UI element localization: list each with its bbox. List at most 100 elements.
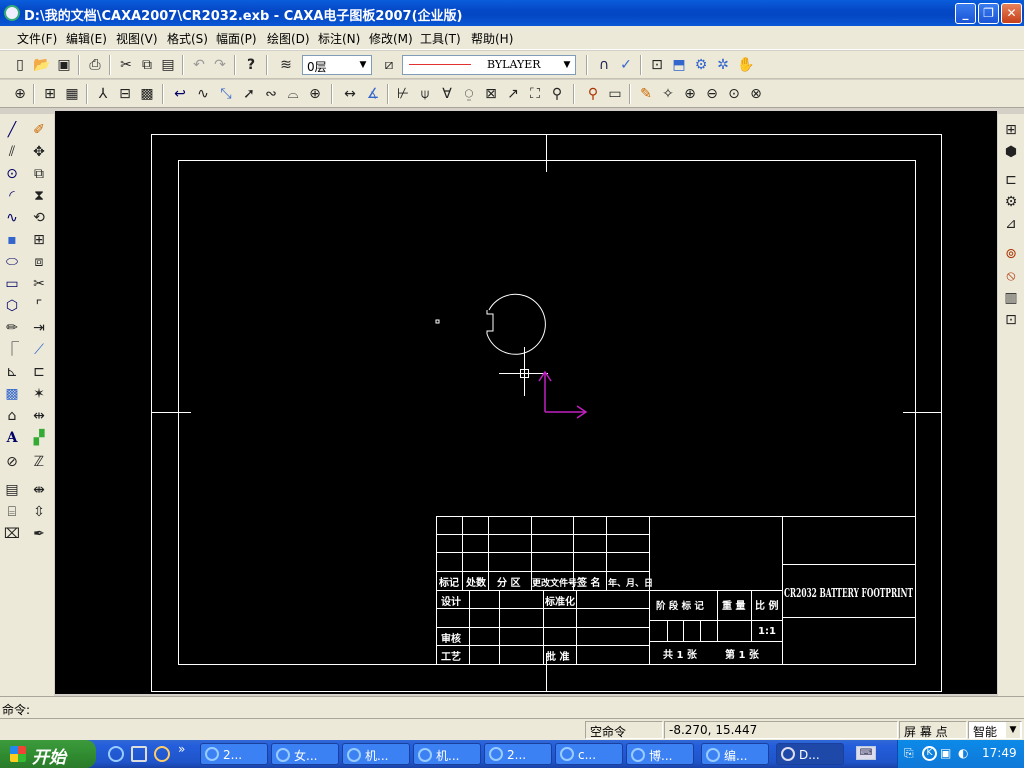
menu-edit[interactable]: 编辑(E) (66, 30, 107, 47)
new-icon[interactable]: ▯ (10, 55, 30, 75)
menu-modify[interactable]: 修改(M) (369, 30, 413, 47)
hatch-tool-icon[interactable]: ▩ (1, 384, 23, 404)
help-icon[interactable]: ? (241, 55, 261, 75)
minimize-button[interactable]: _ (955, 3, 976, 24)
display-icon[interactable]: ▣ (940, 746, 951, 760)
linetype-icon[interactable]: ⧄ (379, 55, 399, 75)
antivirus-icon[interactable]: K (922, 746, 937, 761)
mirror-icon[interactable]: ⧗ (28, 186, 50, 206)
point-icon[interactable]: ✓ (616, 55, 636, 75)
more-quicklaunch-icon[interactable]: » (178, 742, 185, 756)
zoom-out-icon[interactable]: ⊖ (702, 84, 722, 104)
query-icon[interactable]: ⚲ (583, 84, 603, 104)
explorer-quicklaunch-icon[interactable] (131, 746, 147, 762)
zoom-icon[interactable]: ⚙ (691, 55, 711, 75)
curve-icon[interactable]: ↩ (170, 84, 190, 104)
equidistant-icon[interactable]: ⊾ (1, 362, 23, 382)
ie-quicklaunch-icon[interactable] (108, 746, 124, 762)
sheet-icon[interactable]: ⊞ (40, 84, 60, 104)
ellipse-icon[interactable]: ⬭ (1, 252, 23, 272)
taskbar-item[interactable]: 博... (626, 743, 694, 765)
taskbar-item[interactable]: 机... (342, 743, 410, 765)
bom-icon[interactable]: ⌧ (1, 524, 23, 544)
view-icon[interactable]: ⚲ (547, 84, 567, 104)
taskbar-item[interactable]: 机... (413, 743, 481, 765)
pan-move-icon[interactable]: ⊕ (10, 84, 30, 104)
spline-icon[interactable]: ∾ (261, 84, 281, 104)
dimension-icon[interactable]: ↔ (340, 84, 360, 104)
hand-icon[interactable]: ✋ (736, 55, 756, 75)
spring-icon[interactable]: ⊿ (1000, 214, 1022, 234)
menu-format[interactable]: 格式(S) (167, 30, 208, 47)
centerline-icon[interactable]: ⊕ (305, 84, 325, 104)
zigzag-icon[interactable]: ℤ (28, 452, 50, 472)
bolt-icon[interactable]: ⊞ (1000, 120, 1022, 140)
library-icon[interactable]: ▤ (1, 480, 23, 500)
regen-icon[interactable]: ✲ (713, 55, 733, 75)
leader-icon[interactable]: ↗ (503, 84, 523, 104)
clock[interactable]: 17:49 (982, 746, 1017, 760)
move-icon[interactable]: ✥ (28, 142, 50, 162)
title-block-icon[interactable]: ▦ (62, 84, 82, 104)
menu-help[interactable]: 帮助(H) (471, 30, 513, 47)
break-tool-icon[interactable]: ⟋ (28, 340, 50, 360)
array-icon[interactable]: ⊞ (28, 230, 50, 250)
open-icon[interactable]: 📂 (32, 55, 52, 75)
snap-icon[interactable]: ∩ (594, 55, 614, 75)
taskbar-item[interactable]: c... (555, 743, 623, 765)
angle-dim-icon[interactable]: ∡ (363, 84, 383, 104)
chevron-down-icon[interactable]: ▼ (1006, 722, 1020, 738)
taskbar-item[interactable]: 2... (484, 743, 552, 765)
circle-icon[interactable]: ⊙ (1, 164, 23, 184)
paste-icon[interactable]: ▤ (158, 55, 178, 75)
cut-icon[interactable]: ✂ (116, 55, 136, 75)
offset-icon[interactable]: ⇹ (28, 406, 50, 426)
menu-sheet[interactable]: 幅面(P) (216, 30, 257, 47)
close-button[interactable]: ✕ (1001, 3, 1022, 24)
network-icon[interactable]: ⎘ (904, 746, 914, 761)
taskbar-item[interactable]: 编... (701, 743, 769, 765)
parallel-line-icon[interactable]: ⫽ (1, 142, 23, 162)
measure-icon[interactable]: ▭ (605, 84, 625, 104)
media-quicklaunch-icon[interactable] (154, 746, 170, 762)
undo-icon[interactable]: ↶ (189, 55, 209, 75)
gap-icon[interactable]: ⇼ (28, 480, 50, 500)
linetype-select[interactable]: BYLAYER ▼ (402, 55, 576, 75)
scale-icon[interactable]: ⧈ (28, 252, 50, 272)
centerline-tool-icon[interactable]: ⎾ (1, 340, 23, 360)
pin-icon[interactable]: ⊡ (1000, 310, 1022, 330)
polyline-icon[interactable]: ✏ (1, 318, 23, 338)
part-number-icon[interactable]: ⅄ (93, 84, 113, 104)
zoom-in-icon[interactable]: ⊕ (680, 84, 700, 104)
layer-icon[interactable]: ≋ (276, 55, 296, 75)
save-icon[interactable]: ▣ (54, 55, 74, 75)
text-icon[interactable]: ⊠ (481, 84, 501, 104)
break-icon[interactable]: ⤡ (216, 84, 236, 104)
print-icon[interactable]: ⎙ (85, 55, 105, 75)
bearing-icon[interactable]: ⊚ (1000, 244, 1022, 264)
text-tool-icon[interactable]: A (1, 428, 23, 448)
wave-icon[interactable]: ∿ (193, 84, 213, 104)
trim-icon[interactable]: ✂ (28, 274, 50, 294)
arc-icon[interactable]: ◜ (1, 186, 23, 206)
copy-icon[interactable]: ⧉ (137, 55, 157, 75)
gear-icon[interactable]: ⚙ (1000, 192, 1022, 212)
zoom-all-icon[interactable]: ⊙ (724, 84, 744, 104)
eraser-icon[interactable]: ✐ (28, 120, 50, 140)
nut-icon[interactable]: ⦸ (1000, 266, 1022, 286)
chevron-down-icon[interactable]: ▼ (559, 56, 575, 74)
chevron-down-icon[interactable]: ▼ (355, 56, 371, 74)
rectangle-icon[interactable]: ▭ (1, 274, 23, 294)
properties-icon[interactable]: ✧ (658, 84, 678, 104)
redo-icon[interactable]: ↷ (210, 55, 230, 75)
pen-icon[interactable]: ✎ (636, 84, 656, 104)
block-insert-icon[interactable]: ⊘ (1, 452, 23, 472)
stretch-icon[interactable]: ⊏ (28, 362, 50, 382)
taskbar-item[interactable]: 女... (271, 743, 339, 765)
taskbar-item[interactable]: 2... (200, 743, 268, 765)
flange-icon[interactable]: ⊏ (1000, 170, 1022, 190)
section-icon[interactable]: ⛶ (525, 84, 545, 104)
copy-select-icon[interactable]: ⧉ (28, 164, 50, 184)
extend-icon[interactable]: ⇥ (28, 318, 50, 338)
app-icon[interactable] (4, 5, 20, 21)
